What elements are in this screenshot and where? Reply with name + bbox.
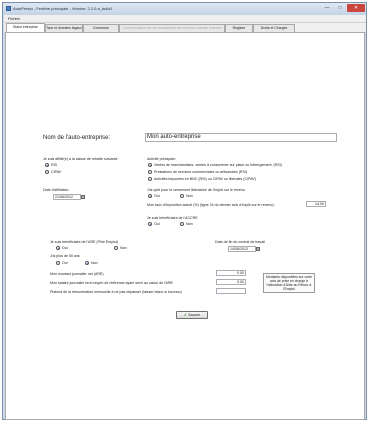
salary-input[interactable]: 0.00 <box>216 279 246 285</box>
are-amount-label: Mon montant journalier net (ARE) <box>50 272 104 276</box>
ceiling-label: Plafond de la rémunération mensuelle à n… <box>50 290 182 294</box>
radio-accre-non-label: Non <box>186 222 193 226</box>
radio-activity-prestations[interactable] <box>148 170 152 174</box>
salary-label: Mon salaire journalier brut moyen de réf… <box>50 281 173 285</box>
main-window: AutoPresto - Fenêtre principale - Versio… <box>2 2 367 420</box>
are-amount-input[interactable]: 0.00 <box>216 270 246 276</box>
radio-activity-bnc[interactable] <box>148 177 152 181</box>
radio-accre-oui[interactable] <box>148 222 152 226</box>
radio-liberatoire-oui[interactable] <box>148 194 152 198</box>
radio-activity-bnc-label: Activités imposées en BNC (RSI) ou CIPAV… <box>154 177 256 181</box>
are-label: Je suis bénéficiaire de l'ARE (Pôle Empl… <box>50 240 118 244</box>
save-button-label: Sauver <box>188 313 201 317</box>
tab-content-statut: Nom de l'auto-entreprise: Mon auto-entre… <box>5 32 365 420</box>
tax-rate-label: Mon taux d'imposition actuel (%) (ligne … <box>147 203 275 207</box>
radio-age50-non[interactable] <box>85 261 89 265</box>
tab-communication: Communication par les mandataires de fon… <box>119 24 225 32</box>
radio-rsi[interactable] <box>45 163 49 167</box>
tab-connexion[interactable]: Connexion <box>83 24 119 32</box>
radio-age50-oui[interactable] <box>56 261 60 265</box>
radio-activity-ventes-label: Ventes de marchandises, ventes à consomm… <box>154 163 282 167</box>
accre-label: Je suis bénéficiaire de l'ACCRE <box>147 216 198 220</box>
radio-cipav[interactable] <box>45 170 49 174</box>
radio-accre-oui-label: Oui <box>154 222 160 226</box>
app-icon <box>6 6 11 11</box>
checkmark-icon: ✔ <box>183 313 188 317</box>
maximize-button[interactable]: □ <box>334 4 346 12</box>
tab-statut-entreprise[interactable]: Statut entreprise <box>6 23 45 32</box>
tax-rate-input[interactable]: 14.00 <box>306 201 326 207</box>
liberatoire-label: J'ai opté pour le versement libératoire … <box>147 188 245 192</box>
affiliation-date-input[interactable]: 21/06/2012 <box>53 194 81 200</box>
radio-age50-oui-label: Oui <box>62 261 68 265</box>
title-bar: AutoPresto - Fenêtre principale - Versio… <box>3 3 366 15</box>
radio-activity-prestations-label: Prestations de services commerciales ou … <box>154 170 248 174</box>
contract-end-input[interactable]: 14/06/2012 <box>228 246 256 252</box>
radio-activity-ventes[interactable] <box>148 163 152 167</box>
radio-are-non[interactable] <box>114 246 118 250</box>
retirement-label: Je suis affilié(e) à la caisse de retrai… <box>43 157 119 161</box>
radio-are-non-label: Non <box>120 246 127 250</box>
tab-registre[interactable]: Registre <box>225 24 253 32</box>
tab-bar: Statut entreprise Taux et données légaux… <box>4 23 366 32</box>
radio-are-oui[interactable] <box>56 246 60 250</box>
radio-liberatoire-oui-label: Oui <box>154 194 160 198</box>
radio-age50-non-label: Non <box>91 261 98 265</box>
activity-label: Activité principale: <box>147 157 176 161</box>
menu-bar: Fichier <box>4 15 366 23</box>
calendar-icon[interactable]: ▾ <box>256 247 260 251</box>
tab-taux-donnees[interactable]: Taux et données légaux <box>45 24 83 32</box>
menu-fichier[interactable]: Fichier <box>8 16 20 21</box>
ceiling-input[interactable] <box>216 288 246 294</box>
radio-cipav-label: CIPAV <box>51 170 62 174</box>
company-name-label: Nom de l'auto-entreprise: <box>43 135 111 141</box>
minimize-button[interactable]: — <box>321 4 333 12</box>
calendar-icon[interactable]: ▾ <box>81 195 85 199</box>
tab-droits-charges[interactable]: Droits et Charges <box>253 24 295 32</box>
radio-are-oui-label: Oui <box>62 246 68 250</box>
radio-liberatoire-non-label: Non <box>186 194 193 198</box>
save-button[interactable]: ✔Sauver <box>176 311 208 319</box>
window-title: AutoPresto - Fenêtre principale - Versio… <box>13 6 113 11</box>
contract-end-label: Date de fin du contrat de travail <box>215 240 265 244</box>
info-note: Montants disponibles sur votre avis de p… <box>263 273 315 293</box>
close-button[interactable]: ✕ <box>347 4 365 12</box>
radio-accre-non[interactable] <box>180 222 184 226</box>
age50-label: J'ai plus de 50 ans <box>50 254 80 258</box>
company-name-input[interactable]: Mon auto-entreprise <box>145 133 337 142</box>
affiliation-date-label: Date d'affiliation: <box>43 188 70 192</box>
radio-liberatoire-non[interactable] <box>180 194 184 198</box>
radio-rsi-label: RSI <box>51 163 57 167</box>
